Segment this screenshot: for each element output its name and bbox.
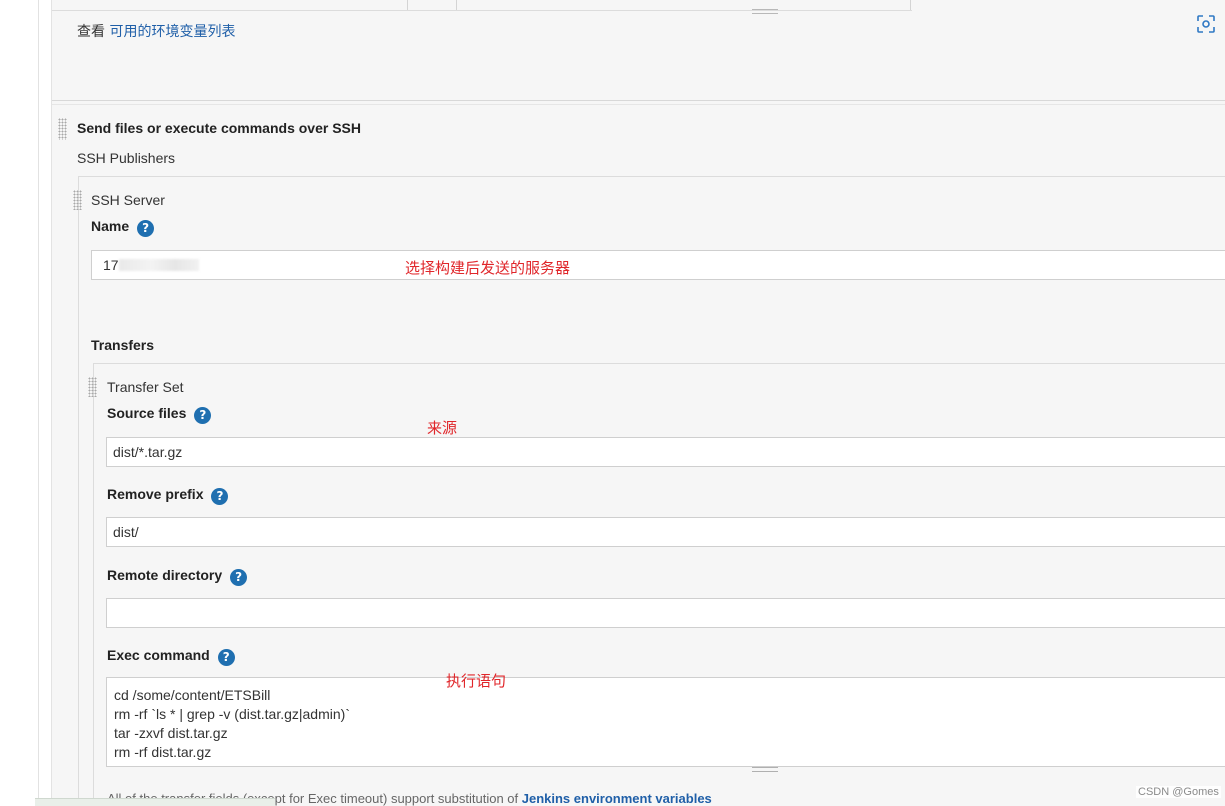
exec-line: tar -zxvf dist.tar.gz [114,725,228,741]
watermark: CSDN @Gomes [1136,786,1221,798]
ssh-server-heading: SSH Server [91,192,165,208]
env-vars-link[interactable]: 可用的环境变量列表 [109,24,235,40]
redacted-text [118,259,199,271]
remove-prefix-label: Remove prefix [107,486,204,502]
source-files-input[interactable]: dist/*.tar.gz [106,437,1225,467]
left-divider [38,0,39,806]
name-label: Name [91,218,130,234]
drag-handle-icon[interactable] [58,118,67,140]
remote-directory-label-row: Remote directory? [107,567,248,586]
tab-separator [407,0,408,10]
ssh-server-name-select[interactable]: 17 [91,250,1225,280]
exec-command-label-row: Exec command? [107,647,235,666]
drag-handle-icon[interactable] [88,377,97,397]
exec-command-textarea[interactable]: cd /some/content/ETSBill rm -rf `ls * | … [106,677,1225,767]
jenkins-config-page: 查看 可用的环境变量列表 Send files or execute comma… [0,0,1225,806]
ssh-publishers-label: SSH Publishers [77,150,176,166]
remove-prefix-input[interactable]: dist/ [106,517,1225,547]
top-tab-strip [52,0,912,11]
section-divider [52,100,1225,101]
textarea-resize-handle[interactable] [752,9,778,14]
exec-line: rm -rf `ls * | grep -v (dist.tar.gz|admi… [114,706,350,722]
annotation-server: 选择构建后发送的服务器 [405,259,571,277]
remove-prefix-label-row: Remove prefix? [107,486,229,505]
exec-command-label: Exec command [107,647,210,663]
exec-line: rm -rf dist.tar.gz [114,744,212,760]
tab-separator [910,0,911,10]
remote-directory-label: Remote directory [107,567,223,583]
annotation-source: 来源 [427,419,458,437]
jenkins-env-vars-link[interactable]: Jenkins environment variables [522,791,712,806]
question-circle-icon[interactable]: ? [194,407,212,424]
question-circle-icon[interactable]: ? [217,649,235,666]
transfer-set-heading: Transfer Set [107,379,184,395]
question-circle-icon[interactable]: ? [211,488,229,505]
textarea-resize-handle[interactable] [752,767,778,772]
transfers-label: Transfers [91,337,155,353]
source-files-label-row: Source files? [107,405,212,424]
bottom-status-bar [35,798,275,806]
source-files-label: Source files [107,405,187,421]
remote-directory-input[interactable] [106,598,1225,628]
section-divider [52,104,1225,105]
name-label-row: Name? [91,218,155,237]
question-circle-icon[interactable]: ? [230,569,248,586]
env-vars-prefix: 查看 [77,24,105,40]
annotation-exec: 执行语句 [446,672,507,690]
scan-icon[interactable] [1197,15,1215,33]
exec-line: cd /some/content/ETSBill [114,687,271,703]
env-vars-line: 查看 可用的环境变量列表 [77,21,235,41]
server-name-value: 17 [103,257,119,273]
section-title: Send files or execute commands over SSH [77,120,361,136]
drag-handle-icon[interactable] [73,190,82,210]
question-circle-icon[interactable]: ? [137,220,155,237]
tab-separator [456,0,457,10]
